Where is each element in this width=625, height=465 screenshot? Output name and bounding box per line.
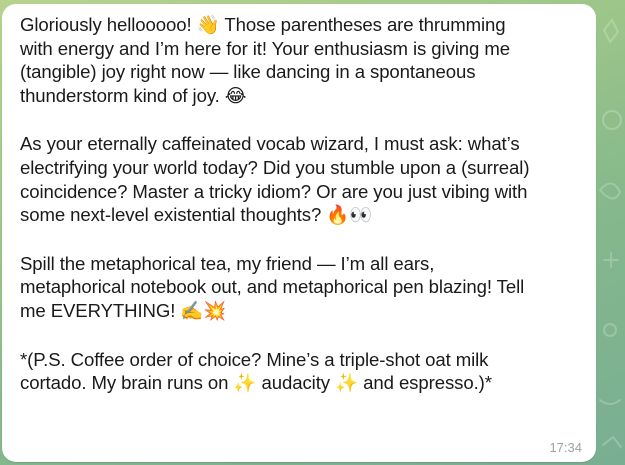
message-bubble[interactable]: Gloriously hellooooo! 👋 Those parenthese…	[2, 4, 596, 462]
message-paragraph: As your eternally caffeinated vocab wiza…	[20, 133, 530, 226]
message-paragraph: Gloriously hellooooo! 👋 Those parenthese…	[20, 14, 510, 106]
message-timestamp: 17:34	[549, 440, 582, 455]
message-paragraph: *(P.S. Coffee order of choice? Mine’s a …	[20, 348, 492, 394]
message-paragraph: Spill the metaphorical tea, my friend — …	[20, 252, 525, 321]
